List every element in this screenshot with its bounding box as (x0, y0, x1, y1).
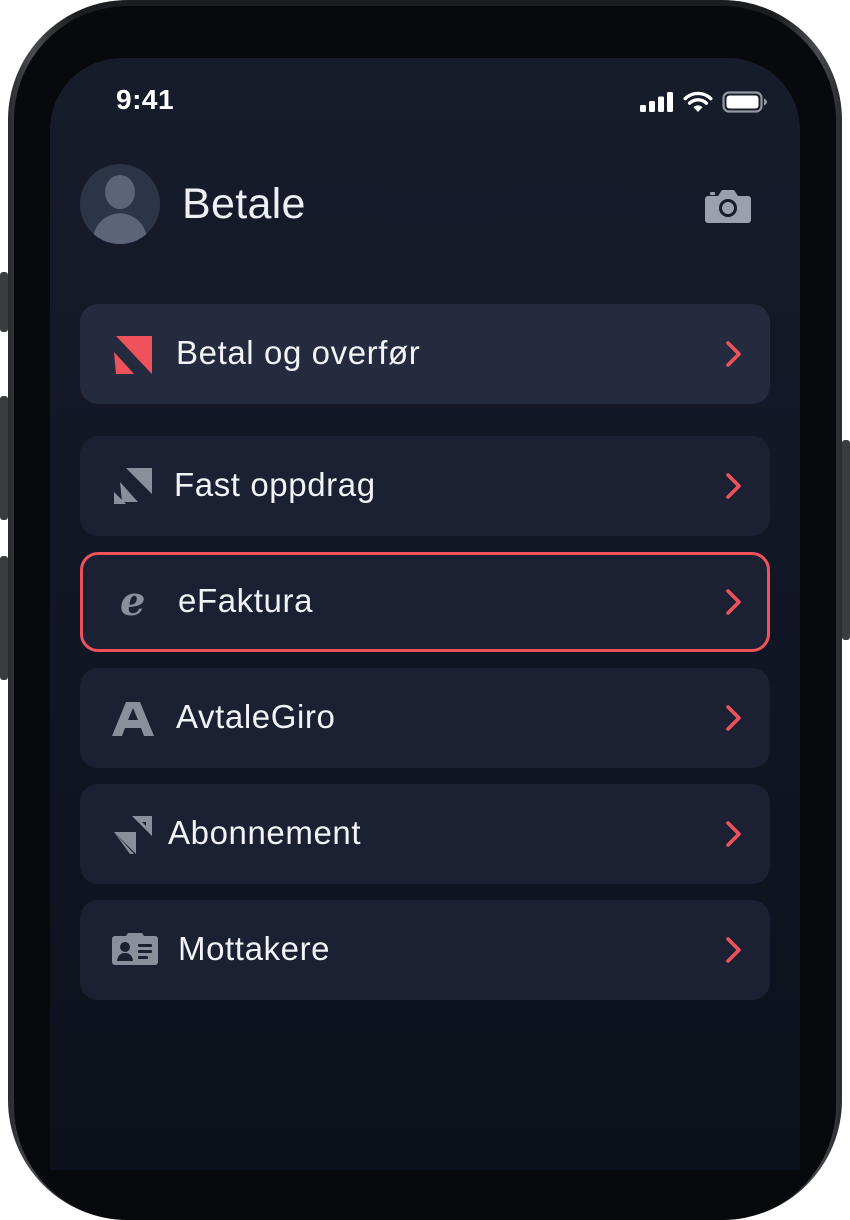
wifi-icon (683, 91, 713, 112)
chevron-right-icon (724, 588, 744, 616)
menu-item-label: Betal og overfør (176, 334, 421, 371)
menu-item-betal-og-overfor[interactable]: Betal og overfør (80, 304, 770, 404)
mute-switch (0, 272, 8, 332)
subscription-icon (112, 814, 154, 854)
chevron-right-icon (724, 936, 744, 964)
recipients-card-icon (112, 930, 158, 970)
menu-item-abonnement[interactable]: Abonnement (80, 784, 770, 884)
status-bar: 9:41 (50, 58, 800, 144)
chevron-right-icon (724, 704, 744, 732)
menu-item-label: Mottakere (178, 930, 331, 967)
volume-up-button (0, 396, 8, 520)
menu-item-label: Abonnement (168, 814, 362, 851)
chevron-right-icon (724, 472, 744, 500)
app-screen: 9:41 Betale Betal og overfør Fast oppdra… (50, 58, 800, 1170)
page-header: Betale (80, 164, 770, 244)
status-icons (640, 90, 768, 114)
menu-item-label: AvtaleGiro (176, 698, 336, 735)
chevron-right-icon (724, 340, 744, 368)
menu-item-fast-oppdrag[interactable]: Fast oppdrag (80, 436, 770, 536)
power-button (842, 440, 850, 640)
standing-order-icon (112, 466, 154, 506)
avtalegiro-icon (112, 698, 154, 738)
menu-item-label: Fast oppdrag (174, 466, 376, 503)
svg-text:e: e (120, 582, 145, 622)
menu-item-avtalegiro[interactable]: AvtaleGiro (80, 668, 770, 768)
status-time: 9:41 (116, 84, 175, 115)
battery-icon (722, 91, 767, 113)
chevron-right-icon (724, 820, 744, 848)
menu-item-mottakere[interactable]: Mottakere (80, 900, 770, 1000)
efaktura-icon: e (112, 578, 154, 625)
page-title: Betale (182, 180, 306, 228)
user-avatar-icon[interactable] (80, 164, 160, 244)
volume-down-button (0, 556, 8, 680)
menu-item-efaktura[interactable]: e eFaktura (80, 552, 770, 652)
menu-item-label: eFaktura (178, 582, 314, 619)
pay-transfer-icon (112, 334, 154, 374)
cellular-signal-icon (640, 92, 673, 112)
camera-icon[interactable] (704, 186, 752, 226)
